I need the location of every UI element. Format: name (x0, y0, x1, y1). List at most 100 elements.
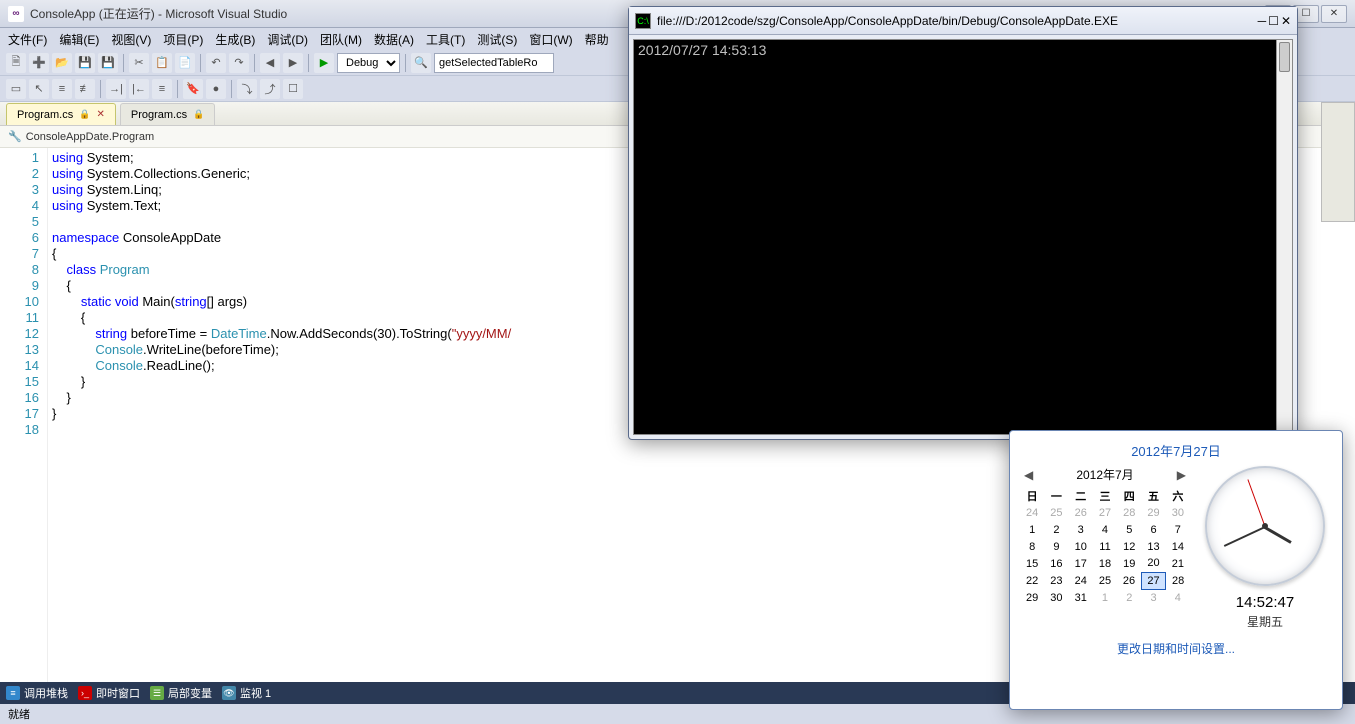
cal-day[interactable]: 18 (1093, 555, 1117, 572)
redo-icon[interactable]: ↷ (229, 53, 249, 73)
console-close-button[interactable]: ✕ (1281, 14, 1291, 28)
add-item-icon[interactable]: ➕ (29, 53, 49, 73)
pointer-icon[interactable]: ↖ (29, 79, 49, 99)
tab-program-active[interactable]: Program.cs 🔒 ✕ (6, 103, 116, 125)
menu-item[interactable]: 数据(A) (370, 29, 418, 50)
format-icon[interactable]: ≡ (152, 79, 172, 99)
immediate-tool[interactable]: ›_即时窗口 (78, 685, 140, 701)
menu-item[interactable]: 视图(V) (107, 29, 155, 50)
find-icon[interactable]: 🔍 (411, 53, 431, 73)
sel-icon[interactable]: ▭ (6, 79, 26, 99)
change-datetime-link[interactable]: 更改日期和时间设置... (1020, 640, 1332, 657)
tab-program-inactive[interactable]: Program.cs 🔒 (120, 103, 215, 125)
cal-day[interactable]: 13 (1141, 538, 1165, 555)
save-all-icon[interactable]: 💾 (98, 53, 118, 73)
cal-day[interactable]: 25 (1093, 572, 1117, 589)
menu-item[interactable]: 生成(B) (211, 29, 259, 50)
cal-month[interactable]: 2012年7月 (1076, 466, 1133, 483)
cal-day[interactable]: 2 (1044, 521, 1068, 538)
cal-day[interactable]: 12 (1117, 538, 1141, 555)
callstack-tool[interactable]: ≡调用堆栈 (6, 685, 68, 701)
cal-day[interactable]: 10 (1069, 538, 1093, 555)
breakpoint-icon[interactable]: ● (206, 79, 226, 99)
outdent-icon[interactable]: |← (129, 79, 149, 99)
cal-day[interactable]: 1 (1020, 521, 1044, 538)
cal-day[interactable]: 29 (1020, 589, 1044, 606)
cal-day[interactable]: 2 (1117, 589, 1141, 606)
console-window[interactable]: C:\ file:///D:/2012code/szg/ConsoleApp/C… (628, 6, 1298, 440)
tab-close-icon[interactable]: ✕ (96, 109, 104, 120)
cal-day[interactable]: 29 (1141, 504, 1165, 521)
bookmark-icon[interactable]: 🔖 (183, 79, 203, 99)
copy-icon[interactable]: 📋 (152, 53, 172, 73)
cal-day[interactable]: 30 (1166, 504, 1190, 521)
locals-tool[interactable]: ☰局部变量 (150, 685, 212, 701)
cal-day[interactable]: 7 (1166, 521, 1190, 538)
menu-item[interactable]: 工具(T) (422, 29, 469, 50)
cal-day[interactable]: 24 (1069, 572, 1093, 589)
cal-day[interactable]: 28 (1166, 572, 1190, 589)
cal-day[interactable]: 26 (1117, 572, 1141, 589)
cal-day[interactable]: 3 (1141, 589, 1165, 606)
toggle-icon[interactable]: ☐ (283, 79, 303, 99)
save-icon[interactable]: 💾 (75, 53, 95, 73)
menu-item[interactable]: 文件(F) (4, 29, 51, 50)
config-select[interactable]: Debug (337, 53, 400, 73)
comment-icon[interactable]: ≡ (52, 79, 72, 99)
undo-icon[interactable]: ↶ (206, 53, 226, 73)
cal-day[interactable]: 9 (1044, 538, 1068, 555)
close-button[interactable]: ✕ (1321, 5, 1347, 23)
cal-day[interactable]: 25 (1044, 504, 1068, 521)
step-over-icon[interactable]: ⤴ (260, 79, 280, 99)
menu-item[interactable]: 调试(D) (263, 29, 312, 50)
cal-day[interactable]: 24 (1020, 504, 1044, 521)
cal-day[interactable]: 22 (1020, 572, 1044, 589)
console-output[interactable]: 2012/07/27 14:53:13 (633, 39, 1293, 435)
cal-day[interactable]: 8 (1020, 538, 1044, 555)
open-icon[interactable]: 📂 (52, 53, 72, 73)
search-input[interactable] (434, 53, 554, 73)
indent-icon[interactable]: →| (106, 79, 126, 99)
paste-icon[interactable]: 📄 (175, 53, 195, 73)
menu-item[interactable]: 团队(M) (316, 29, 366, 50)
cal-day[interactable]: 11 (1093, 538, 1117, 555)
menu-item[interactable]: 帮助 (581, 29, 613, 50)
cal-day[interactable]: 1 (1093, 589, 1117, 606)
menu-item[interactable]: 项目(P) (159, 29, 207, 50)
console-max-button[interactable]: ☐ (1268, 14, 1279, 28)
cal-day[interactable]: 20 (1141, 555, 1165, 572)
cal-next-icon[interactable]: ▶ (1173, 468, 1190, 482)
menu-item[interactable]: 编辑(E) (55, 29, 103, 50)
menu-item[interactable]: 测试(S) (473, 29, 521, 50)
cal-prev-icon[interactable]: ◀ (1020, 468, 1037, 482)
cal-day[interactable]: 15 (1020, 555, 1044, 572)
new-project-icon[interactable]: 🗎 (6, 53, 26, 73)
cal-day[interactable]: 27 (1093, 504, 1117, 521)
cut-icon[interactable]: ✂ (129, 53, 149, 73)
cal-day[interactable]: 27 (1141, 572, 1165, 589)
uncomment-icon[interactable]: ≢ (75, 79, 95, 99)
cal-day[interactable]: 17 (1069, 555, 1093, 572)
cal-day[interactable]: 16 (1044, 555, 1068, 572)
cal-day[interactable]: 28 (1117, 504, 1141, 521)
step-icon[interactable]: ⤵ (237, 79, 257, 99)
nav-fwd-icon[interactable]: ▶ (283, 53, 303, 73)
cal-day[interactable]: 6 (1141, 521, 1165, 538)
cal-day[interactable]: 14 (1166, 538, 1190, 555)
nav-back-icon[interactable]: ◀ (260, 53, 280, 73)
console-scrollbar[interactable] (1276, 40, 1292, 434)
watch-tool[interactable]: 👁监视 1 (222, 685, 271, 701)
cal-day[interactable]: 5 (1117, 521, 1141, 538)
cal-day[interactable]: 3 (1069, 521, 1093, 538)
menu-item[interactable]: 窗口(W) (525, 29, 576, 50)
cal-day[interactable]: 21 (1166, 555, 1190, 572)
cal-day[interactable]: 30 (1044, 589, 1068, 606)
console-min-button[interactable]: ─ (1258, 14, 1267, 28)
cal-day[interactable]: 26 (1069, 504, 1093, 521)
cal-day[interactable]: 31 (1069, 589, 1093, 606)
cal-day[interactable]: 23 (1044, 572, 1068, 589)
cal-day[interactable]: 4 (1166, 589, 1190, 606)
solution-explorer-collapsed[interactable] (1321, 102, 1355, 222)
cal-day[interactable]: 4 (1093, 521, 1117, 538)
start-debug-icon[interactable]: ▶ (314, 53, 334, 73)
